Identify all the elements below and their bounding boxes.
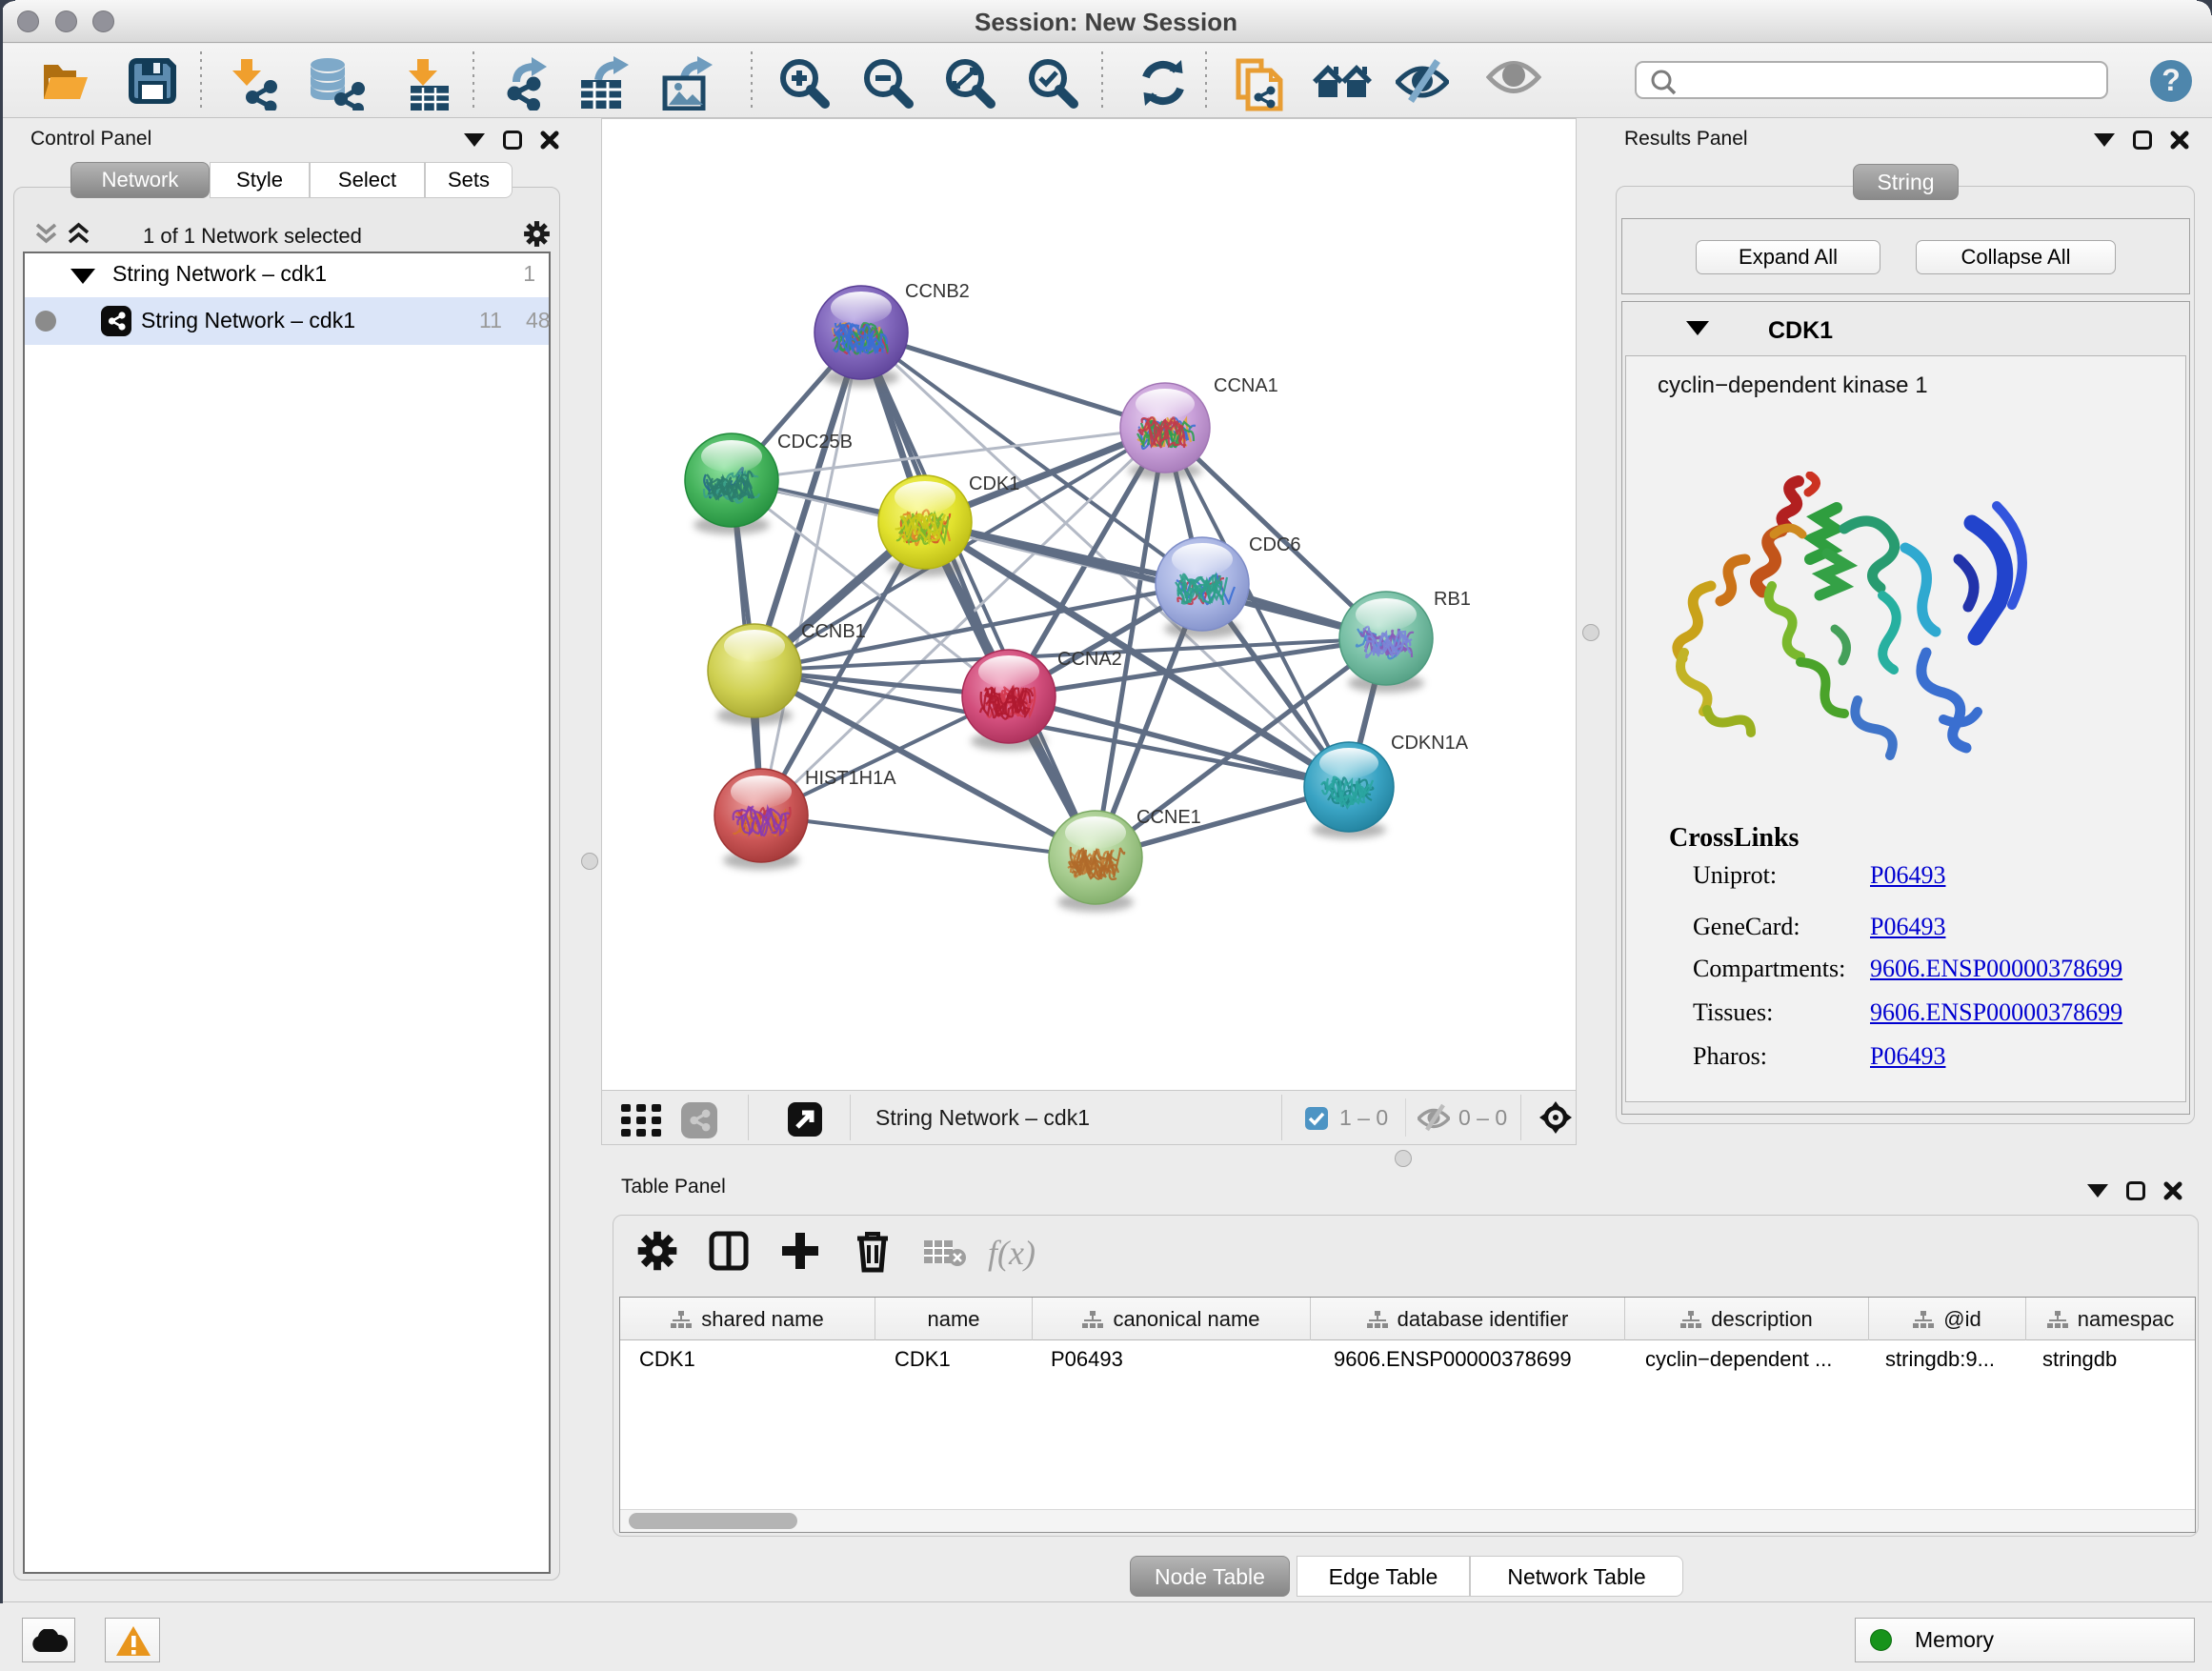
svg-text:?: ? xyxy=(2162,63,2181,97)
svg-text:HIST1H1A: HIST1H1A xyxy=(805,768,896,789)
svg-text:CDKN1A: CDKN1A xyxy=(1391,733,1469,754)
svg-text:CCNB2: CCNB2 xyxy=(905,281,970,302)
svg-text:CCNA1: CCNA1 xyxy=(1214,375,1278,396)
svg-text:RB1: RB1 xyxy=(1434,589,1471,610)
svg-text:CDC6: CDC6 xyxy=(1249,534,1300,555)
svg-text:CDK1: CDK1 xyxy=(969,473,1019,494)
svg-text:CCNA2: CCNA2 xyxy=(1057,649,1122,670)
svg-text:CCNB1: CCNB1 xyxy=(801,621,866,642)
svg-text:CDC25B: CDC25B xyxy=(777,432,853,453)
svg-text:CCNE1: CCNE1 xyxy=(1136,807,1201,828)
